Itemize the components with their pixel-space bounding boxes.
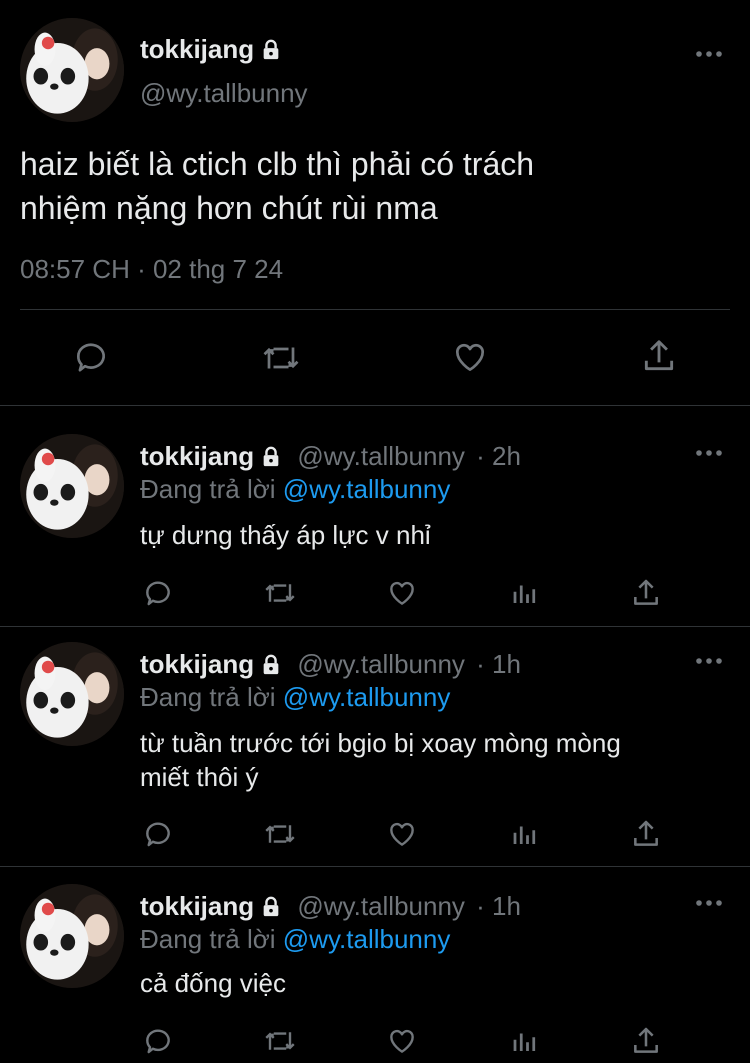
share-icon[interactable]	[630, 1025, 662, 1057]
replying-to-link[interactable]: @wy.tallbunny	[283, 924, 451, 954]
more-options-icon[interactable]	[694, 654, 724, 668]
replying-to: Đang trả lời @wy.tallbunny	[140, 924, 450, 955]
views-icon[interactable]	[510, 578, 540, 608]
author-line: tokkijang @wy.tallbunny · 2h	[140, 441, 521, 475]
avatar[interactable]	[20, 434, 124, 538]
like-icon[interactable]	[385, 818, 419, 850]
more-options-icon[interactable]	[694, 896, 724, 910]
display-name[interactable]: tokkijang	[140, 649, 254, 679]
tweet-text: cả đống việc	[140, 966, 286, 1000]
more-options-icon[interactable]	[694, 47, 724, 61]
share-icon[interactable]	[630, 818, 662, 850]
display-name[interactable]: tokkijang	[140, 441, 254, 471]
avatar-image	[20, 642, 124, 746]
avatar[interactable]	[20, 642, 124, 746]
author-name[interactable]: tokkijang	[140, 34, 282, 68]
retweet-icon[interactable]	[262, 1026, 298, 1056]
post-time[interactable]: · 1h	[476, 649, 521, 679]
author-line: tokkijang @wy.tallbunny · 1h	[140, 649, 521, 683]
replying-prefix: Đang trả lời	[140, 682, 276, 712]
avatar-image	[20, 884, 124, 988]
replying-prefix: Đang trả lời	[140, 924, 276, 954]
avatar-image	[20, 18, 124, 122]
tweet-text-line: miết thôi ý	[140, 762, 259, 792]
tweet-text-line: haiz biết là ctich clb thì phải có trách	[20, 146, 535, 182]
avatar[interactable]	[20, 884, 124, 988]
lock-icon	[260, 894, 282, 925]
like-icon[interactable]	[385, 577, 419, 609]
lock-icon	[260, 444, 282, 475]
divider	[0, 405, 750, 406]
author-line: tokkijang @wy.tallbunny · 1h	[140, 891, 521, 925]
divider	[0, 866, 750, 867]
post-time[interactable]: · 2h	[476, 441, 521, 471]
tweet-text-line: từ tuần trước tới bgio bị xoay mòng mòng	[140, 728, 621, 758]
tweet-text: tự dưng thấy áp lực v nhỉ	[140, 518, 431, 552]
replying-to-link[interactable]: @wy.tallbunny	[283, 474, 451, 504]
avatar-image	[20, 434, 124, 538]
divider	[0, 626, 750, 627]
replying-prefix: Đang trả lời	[140, 474, 276, 504]
replying-to: Đang trả lời @wy.tallbunny	[140, 474, 450, 505]
avatar[interactable]	[20, 18, 124, 122]
tweet-text-line: nhiệm nặng hơn chút rùi nma	[20, 190, 438, 226]
lock-icon	[260, 652, 282, 683]
replying-to: Đang trả lời @wy.tallbunny	[140, 682, 450, 713]
author-handle[interactable]: @wy.tallbunny	[297, 891, 465, 921]
reply-icon[interactable]	[72, 338, 110, 376]
replying-to-link[interactable]: @wy.tallbunny	[283, 682, 451, 712]
author-handle[interactable]: @wy.tallbunny	[140, 78, 308, 109]
views-icon[interactable]	[510, 819, 540, 849]
divider	[20, 309, 730, 310]
retweet-icon[interactable]	[262, 578, 298, 608]
author-handle[interactable]: @wy.tallbunny	[297, 441, 465, 471]
more-options-icon[interactable]	[694, 446, 724, 460]
tweet-text: haiz biết là ctich clb thì phải có trách…	[20, 142, 534, 230]
share-icon[interactable]	[640, 336, 678, 376]
display-name[interactable]: tokkijang	[140, 891, 254, 921]
like-icon[interactable]	[385, 1025, 419, 1057]
retweet-icon[interactable]	[262, 819, 298, 849]
timestamp[interactable]: 08:57 CH · 02 thg 7 24	[20, 254, 283, 285]
like-icon[interactable]	[450, 338, 490, 376]
tweet-text: từ tuần trước tới bgio bị xoay mòng mòng…	[140, 726, 621, 794]
views-icon[interactable]	[510, 1026, 540, 1056]
reply-icon[interactable]	[142, 1025, 174, 1057]
tweet-text-line: tự dưng thấy áp lực v nhỉ	[140, 520, 431, 550]
retweet-icon[interactable]	[260, 340, 302, 376]
author-handle[interactable]: @wy.tallbunny	[297, 649, 465, 679]
share-icon[interactable]	[630, 577, 662, 609]
display-name[interactable]: tokkijang	[140, 34, 254, 64]
reply-icon[interactable]	[142, 577, 174, 609]
reply-icon[interactable]	[142, 818, 174, 850]
tweet-text-line: cả đống việc	[140, 968, 286, 998]
post-time[interactable]: · 1h	[476, 891, 521, 921]
lock-icon	[260, 37, 282, 68]
